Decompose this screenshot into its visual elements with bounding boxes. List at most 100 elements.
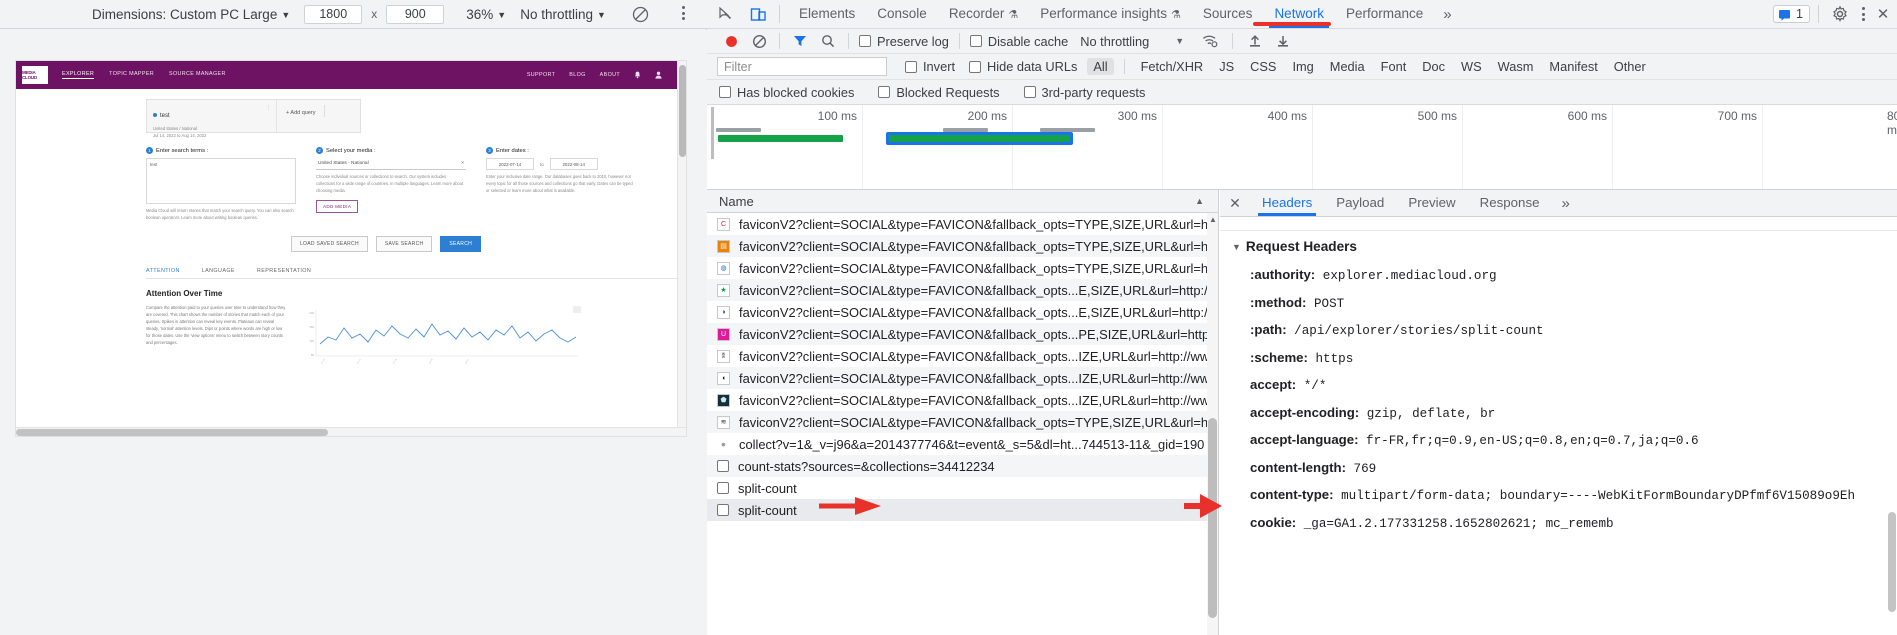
query-tab[interactable]: test United States / National Jul 14, 20… [147, 100, 277, 138]
user-account-icon[interactable] [655, 71, 662, 79]
rotate-device-icon[interactable] [632, 6, 649, 23]
chart-menu-icon[interactable] [573, 305, 581, 313]
close-details-icon[interactable]: ✕ [1220, 195, 1250, 212]
notifications-bell-icon[interactable] [634, 71, 641, 79]
invert-checkbox[interactable]: Invert [905, 59, 955, 74]
vertical-scroll-thumb[interactable] [679, 65, 686, 157]
save-search-button[interactable]: SAVE SEARCH [375, 235, 433, 252]
viewport-height-input[interactable] [386, 4, 445, 24]
nav-item-topic-mapper[interactable]: TOPIC MAPPER [109, 71, 154, 79]
zoom-dropdown[interactable]: 36% ▼ [466, 7, 506, 22]
sort-ascending-icon[interactable]: ▲ [1195, 196, 1204, 206]
scroll-up-icon[interactable]: ▲ [680, 61, 686, 63]
type-filter-img[interactable]: Img [1286, 58, 1319, 75]
type-filter-wasm[interactable]: Wasm [1492, 58, 1540, 75]
request-list-header[interactable]: Name ▲ [707, 190, 1218, 213]
page-horizontal-scrollbar[interactable] [16, 427, 686, 436]
nav-item-blog[interactable]: BLOG [569, 72, 585, 78]
nav-item-source-manager[interactable]: SOURCE MANAGER [169, 71, 226, 79]
network-throttling-dropdown[interactable]: No throttling ▼ [1080, 34, 1184, 49]
dimensions-dropdown[interactable]: Dimensions: Custom PC Large ▼ [92, 7, 290, 22]
tab-performance-insights[interactable]: Performance insights ⚗ [1029, 0, 1192, 28]
add-media-button[interactable]: ADD MEDIA [316, 200, 359, 214]
type-filter-media[interactable]: Media [1324, 58, 1371, 75]
device-more-options-icon[interactable] [675, 6, 691, 23]
nav-item-support[interactable]: SUPPORT [527, 72, 555, 78]
console-messages-badge[interactable]: 1 [1773, 5, 1810, 23]
search-button[interactable]: SEARCH [440, 235, 482, 252]
third-party-requests-checkbox[interactable]: 3rd-party requests [1023, 85, 1145, 100]
blocked-requests-checkbox[interactable]: Blocked Requests [878, 85, 1000, 100]
table-row[interactable]: ≋ faviconV2?client=SOCIAL&type=FAVICON&fa… [707, 411, 1218, 433]
request-headers-section-title[interactable]: ▼ Request Headers [1220, 231, 1897, 262]
close-devtools-icon[interactable]: ✕ [1873, 3, 1893, 25]
table-row[interactable]: split-count [707, 499, 1218, 521]
table-row[interactable]: • collect?v=1&_v=j96&a=2014377746&t=event… [707, 433, 1218, 455]
table-row[interactable]: count-stats?sources=&collections=3441223… [707, 455, 1218, 477]
tab-representation[interactable]: REPRESENTATION [257, 268, 311, 274]
nav-item-explorer[interactable]: EXPLORER [62, 71, 95, 79]
search-icon[interactable] [814, 30, 842, 52]
record-button-icon[interactable] [717, 30, 745, 52]
details-tab-preview[interactable]: Preview [1396, 190, 1467, 216]
details-tab-response[interactable]: Response [1468, 190, 1552, 216]
import-har-icon[interactable] [1241, 30, 1269, 52]
details-scroll-thumb[interactable] [1888, 512, 1896, 612]
type-filter-css[interactable]: CSS [1244, 58, 1282, 75]
date-end-input[interactable]: 2022-08-14 [549, 158, 598, 170]
load-saved-search-button[interactable]: LOAD SAVED SEARCH [290, 235, 368, 252]
clear-media-icon[interactable]: × [461, 161, 464, 166]
table-row[interactable]: ◍ faviconV2?client=SOCIAL&type=FAVICON&fa… [707, 257, 1218, 279]
type-filter-fetch-xhr[interactable]: Fetch/XHR [1135, 58, 1210, 75]
overview-selection-window[interactable] [886, 132, 1073, 145]
table-row[interactable]: ▤ faviconV2?client=SOCIAL&type=FAVICON&fa… [707, 235, 1218, 257]
table-row[interactable]: ◑ faviconV2?client=SOCIAL&type=FAVICON&fa… [707, 301, 1218, 323]
type-filter-manifest[interactable]: Manifest [1543, 58, 1603, 75]
media-select[interactable]: United States - National × [316, 158, 466, 170]
table-row[interactable]: ⬟ faviconV2?client=SOCIAL&type=FAVICON&fa… [707, 389, 1218, 411]
type-filter-ws[interactable]: WS [1455, 58, 1488, 75]
scroll-up-icon[interactable]: ▲ [1209, 215, 1217, 224]
type-filter-js[interactable]: JS [1213, 58, 1240, 75]
table-row[interactable]: ◖ faviconV2?client=SOCIAL&type=FAVICON&fa… [707, 367, 1218, 389]
date-start-input[interactable]: 2022-07-14 [486, 158, 534, 170]
table-row[interactable]: CfaviconV2?client=SOCIAL&type=FAVICON&fa… [707, 213, 1218, 235]
preserve-log-checkbox[interactable]: Preserve log [859, 34, 949, 49]
tab-language[interactable]: LANGUAGE [202, 268, 235, 274]
nav-item-about[interactable]: ABOUT [600, 72, 620, 78]
horizontal-scroll-thumb[interactable] [16, 429, 328, 436]
tab-attention[interactable]: ATTENTION [146, 268, 180, 274]
table-row[interactable]: split-count [707, 477, 1218, 499]
tab-console[interactable]: Console [866, 0, 938, 28]
inspect-element-icon[interactable] [713, 3, 739, 25]
clear-network-log-icon[interactable] [745, 30, 773, 52]
viewport-width-input[interactable] [304, 4, 363, 24]
request-list-scroll-thumb[interactable] [1208, 418, 1217, 618]
page-vertical-scrollbar[interactable]: ▲ ▼ [677, 61, 686, 436]
filter-input[interactable] [717, 57, 887, 76]
more-tabs-icon[interactable]: » [1434, 6, 1460, 23]
query-tab-more-icon[interactable]: ⋮ [266, 105, 271, 111]
type-filter-doc[interactable]: Doc [1416, 58, 1451, 75]
details-tab-headers[interactable]: Headers [1250, 190, 1324, 216]
request-list-scrollbar[interactable]: ▲ [1207, 213, 1218, 635]
device-throttling-dropdown[interactable]: No throttling ▼ [520, 7, 606, 22]
filter-icon[interactable] [786, 30, 814, 52]
tab-recorder[interactable]: Recorder ⚗ [938, 0, 1029, 28]
gear-icon[interactable] [1827, 3, 1853, 25]
network-overview-timeline[interactable]: 100 ms 200 ms 300 ms 400 ms 500 ms 600 m… [707, 105, 1897, 190]
type-filter-other[interactable]: Other [1608, 58, 1652, 75]
type-filter-all[interactable]: All [1087, 58, 1114, 75]
network-conditions-icon[interactable] [1196, 30, 1224, 52]
has-blocked-cookies-checkbox[interactable]: Has blocked cookies [719, 85, 854, 100]
add-query-button[interactable]: + Add query [277, 100, 325, 132]
tab-performance[interactable]: Performance [1335, 0, 1434, 28]
hide-data-urls-checkbox[interactable]: Hide data URLs [969, 59, 1077, 74]
more-details-tabs-icon[interactable]: » [1552, 195, 1580, 212]
details-scrollbar[interactable] [1887, 217, 1897, 635]
search-terms-input[interactable]: test [146, 158, 296, 204]
details-tab-payload[interactable]: Payload [1324, 190, 1396, 216]
toggle-device-toolbar-icon[interactable] [745, 3, 771, 25]
disable-cache-checkbox[interactable]: Disable cache [969, 34, 1068, 49]
table-row[interactable]: ʬ faviconV2?client=SOCIAL&type=FAVICON&fa… [707, 345, 1218, 367]
